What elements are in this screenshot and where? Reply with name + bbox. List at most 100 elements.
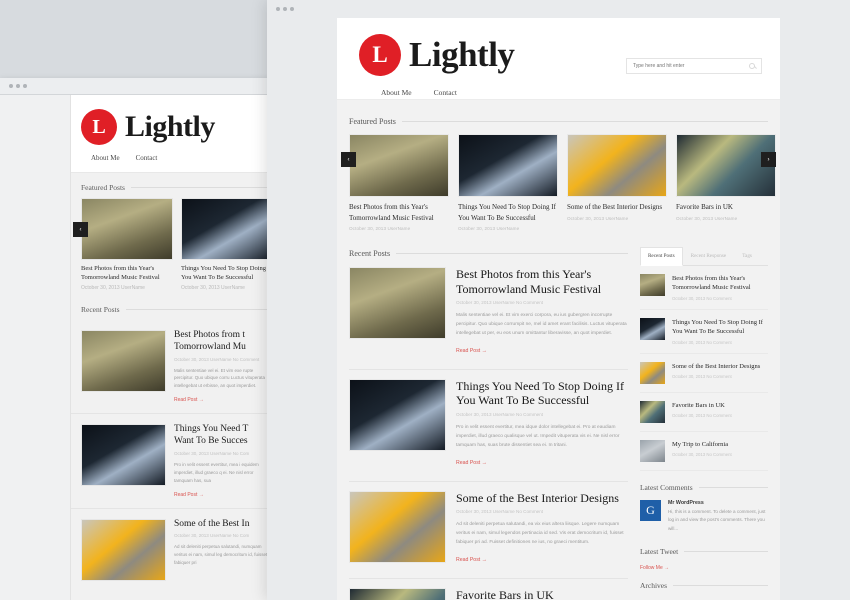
tab-recent-response[interactable]: Recent Response	[683, 247, 735, 265]
search-icon[interactable]	[749, 63, 755, 69]
read-post-link[interactable]: Read Post →	[456, 348, 487, 354]
sidebar-tabs[interactable]: Recent Posts Recent Response Tags	[639, 247, 768, 266]
background-post-thumbnail[interactable]	[81, 518, 166, 581]
background-featured-thumbnail[interactable]	[181, 198, 273, 260]
background-logo[interactable]: L Lightly	[81, 109, 278, 145]
tab-tags[interactable]: Tags	[734, 247, 760, 265]
background-nav-about-me[interactable]: About Me	[91, 154, 120, 162]
background-featured-thumbnail[interactable]	[81, 198, 173, 260]
read-post-link[interactable]: Read Post →	[456, 460, 487, 466]
background-featured-caption[interactable]: Things You Need To Stop Doing If You Wan…	[181, 260, 273, 283]
window-controls-dots[interactable]	[0, 84, 27, 88]
sidebar-post-title[interactable]: My Trip to California	[672, 440, 732, 449]
background-read-post-link[interactable]: Read Post →	[174, 397, 268, 403]
sidebar-post-title[interactable]: Things You Need To Stop Doing If You Wan…	[672, 318, 768, 337]
featured-image[interactable]	[458, 134, 558, 197]
featured-carousel[interactable]: ‹ › Best Photos from this Year's Tomorro…	[341, 128, 776, 235]
close-dot-icon[interactable]	[276, 7, 280, 11]
recent-section-title: Recent Posts	[349, 249, 391, 258]
background-main-nav[interactable]: About Me Contact	[81, 145, 278, 162]
background-browser-window[interactable]: L Lightly About Me Contact Featured Post…	[0, 78, 278, 600]
featured-title[interactable]: Some of the Best Interior Designs	[567, 197, 667, 213]
background-post-title[interactable]: Best Photos from t Tomorrowland Mu	[174, 330, 268, 354]
post-thumbnail[interactable]	[349, 587, 446, 600]
sidebar-post-item[interactable]: Some of the Best Interior Designs Octobe…	[639, 354, 768, 393]
sidebar-post-thumbnail[interactable]	[639, 361, 665, 384]
background-carousel-prev-icon[interactable]: ‹	[73, 222, 88, 237]
close-dot-icon[interactable]	[9, 84, 13, 88]
comment-item[interactable]: G Mr WordPress Hi, this is a comment. To…	[639, 492, 768, 533]
sidebar-post-title[interactable]: Some of the Best Interior Designs	[672, 362, 760, 371]
post-title[interactable]: Favorite Bars in UK	[456, 588, 628, 600]
minimize-dot-icon[interactable]	[16, 84, 20, 88]
main-nav[interactable]: About Me Contact	[359, 76, 780, 97]
post-row[interactable]: Some of the Best Interior Designs Octobe…	[349, 482, 628, 579]
background-nav-contact[interactable]: Contact	[136, 154, 158, 162]
search-input[interactable]	[633, 63, 749, 69]
window-controls-dots[interactable]	[267, 7, 294, 11]
featured-card[interactable]: Some of the Best Interior Designs Octobe…	[567, 134, 667, 231]
sidebar-post-item[interactable]: My Trip to California October 30, 2013 N…	[639, 432, 768, 471]
background-featured-caption[interactable]: Best Photos from this Year's Tomorrowlan…	[81, 260, 173, 283]
background-post-title[interactable]: Some of the Best In	[174, 519, 268, 531]
maximize-dot-icon[interactable]	[23, 84, 27, 88]
background-post-thumbnail[interactable]	[81, 424, 166, 487]
post-row[interactable]: Things You Need To Stop Doing If You Wan…	[349, 370, 628, 482]
post-title[interactable]: Things You Need To Stop Doing If You Wan…	[456, 379, 628, 408]
search-box[interactable]	[626, 58, 762, 74]
tab-recent-posts[interactable]: Recent Posts	[639, 247, 683, 266]
minimize-dot-icon[interactable]	[283, 7, 287, 11]
sidebar-post-title[interactable]: Favorite Bars in UK	[672, 401, 732, 410]
featured-title[interactable]: Things You Need To Stop Doing If You Wan…	[458, 197, 558, 223]
nav-item-about-me[interactable]: About Me	[381, 88, 412, 97]
background-featured-card[interactable]: Things You Need To Stop Doing If You Wan…	[181, 198, 273, 291]
background-post-row[interactable]: Best Photos from t Tomorrowland Mu Octob…	[71, 320, 278, 413]
maximize-dot-icon[interactable]	[290, 7, 294, 11]
post-row[interactable]: Favorite Bars in UK October 30, 2013 Use…	[349, 579, 628, 600]
post-thumbnail[interactable]	[349, 267, 446, 339]
sidebar-post-thumbnail[interactable]	[639, 317, 665, 340]
background-post-title[interactable]: Things You Need T Want To Be Succes	[174, 424, 268, 448]
nav-item-contact[interactable]: Contact	[434, 88, 457, 97]
sidebar-post-thumbnail[interactable]	[639, 439, 665, 462]
post-row[interactable]: Best Photos from this Year's Tomorrowlan…	[349, 258, 628, 370]
foreground-window-titlebar[interactable]	[267, 0, 850, 18]
background-featured-carousel[interactable]: ‹ Best Photos from this Year's Tomorrowl…	[71, 198, 278, 291]
featured-image[interactable]	[567, 134, 667, 197]
featured-card[interactable]: Things You Need To Stop Doing If You Wan…	[458, 134, 558, 231]
sidebar-post-thumbnail[interactable]	[639, 400, 665, 423]
foreground-browser-window[interactable]: L Lightly About Me Contact Featured Post…	[267, 0, 850, 600]
post-title[interactable]: Some of the Best Interior Designs	[456, 491, 628, 506]
post-thumbnail[interactable]	[349, 490, 446, 563]
heading-rule	[396, 253, 628, 254]
background-post-row[interactable]: Things You Need T Want To Be Succes Octo…	[71, 413, 278, 507]
post-thumbnail[interactable]	[349, 378, 446, 451]
sidebar-post-thumbnail[interactable]	[639, 274, 665, 296]
post-title[interactable]: Best Photos from this Year's Tomorrowlan…	[456, 267, 628, 296]
carousel-next-icon[interactable]: ›	[761, 152, 776, 167]
carousel-prev-icon[interactable]: ‹	[341, 152, 356, 167]
background-read-post-link[interactable]: Read Post →	[174, 492, 268, 498]
background-featured-card[interactable]: Best Photos from this Year's Tomorrowlan…	[81, 198, 173, 291]
sidebar-post-item[interactable]: Best Photos from this Year's Tomorrowlan…	[639, 266, 768, 310]
featured-title[interactable]: Favorite Bars in UK	[676, 197, 776, 213]
sidebar-post-item[interactable]: Things You Need To Stop Doing If You Wan…	[639, 310, 768, 354]
background-post-excerpt: Pro in velit essent evertitur, mea i equ…	[174, 461, 259, 483]
comment-author[interactable]: Mr WordPress	[668, 500, 768, 506]
read-post-link[interactable]: Read Post →	[456, 557, 487, 563]
post-meta: October 30, 2013 UserName No Comment	[456, 509, 544, 515]
heading-rule	[401, 121, 768, 122]
featured-card[interactable]: Favorite Bars in UK October 30, 2013 Use…	[676, 134, 776, 231]
background-post-row[interactable]: Some of the Best In October 30, 2013 Use…	[71, 507, 278, 591]
featured-title[interactable]: Best Photos from this Year's Tomorrowlan…	[349, 197, 449, 223]
latest-tweet-widget: Latest Tweet Follow Me →	[640, 547, 768, 571]
comment-text: Hi, this is a comment. To delete a comme…	[667, 508, 766, 531]
featured-image[interactable]	[349, 134, 449, 197]
sidebar-post-item[interactable]: Favorite Bars in UK October 30, 2013 No …	[639, 393, 768, 432]
featured-card[interactable]: Best Photos from this Year's Tomorrowlan…	[349, 134, 449, 231]
follow-me-link[interactable]: Follow Me →	[640, 556, 768, 571]
background-window-titlebar[interactable]	[0, 78, 278, 95]
background-post-thumbnail[interactable]	[81, 329, 166, 392]
sidebar-post-title[interactable]: Best Photos from this Year's Tomorrowlan…	[672, 274, 768, 293]
page-content: L Lightly About Me Contact Featured Post…	[337, 18, 780, 600]
